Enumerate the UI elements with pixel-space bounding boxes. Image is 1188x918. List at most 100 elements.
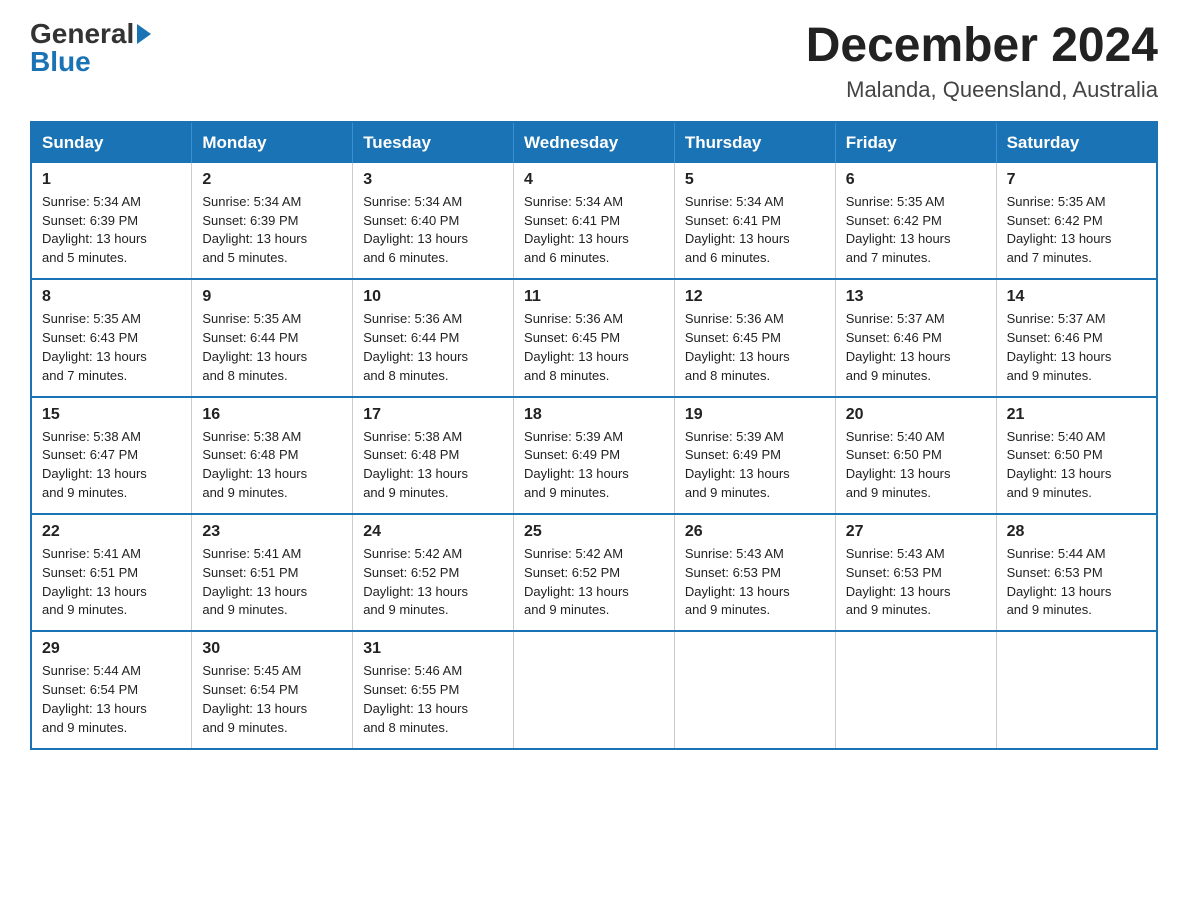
day-info: Sunrise: 5:39 AM Sunset: 6:49 PM Dayligh… [685,428,825,503]
calendar-cell: 15Sunrise: 5:38 AM Sunset: 6:47 PM Dayli… [31,397,192,514]
day-number: 19 [685,406,825,424]
day-number: 11 [524,288,664,306]
calendar-cell [996,631,1157,748]
day-number: 21 [1007,406,1146,424]
day-number: 20 [846,406,986,424]
day-number: 1 [42,171,181,189]
week-row-2: 8 Sunrise: 5:35 AM Sunset: 6:43 PM Daylig… [31,279,1157,396]
calendar-cell: 18 Sunrise: 5:39 AM Sunset: 6:49 PM Dayli… [514,397,675,514]
day-info: Sunrise: 5:44 AM Sunset: 6:54 PM Dayligh… [42,662,181,737]
calendar-cell: 21Sunrise: 5:40 AM Sunset: 6:50 PM Dayli… [996,397,1157,514]
calendar-title: December 2024 [806,20,1158,73]
day-info: Sunrise: 5:46 AM Sunset: 6:55 PM Dayligh… [363,662,503,737]
day-info: Sunrise: 5:34 AM Sunset: 6:39 PM Dayligh… [42,193,181,268]
day-number: 2 [202,171,342,189]
weekday-header-friday: Friday [835,122,996,163]
calendar-cell: 28 Sunrise: 5:44 AM Sunset: 6:53 PM Dayli… [996,514,1157,631]
day-number: 14 [1007,288,1146,306]
day-info: Sunrise: 5:44 AM Sunset: 6:53 PM Dayligh… [1007,545,1146,620]
day-number: 17 [363,406,503,424]
day-number: 7 [1007,171,1146,189]
calendar-cell: 14 Sunrise: 5:37 AM Sunset: 6:46 PM Dayli… [996,279,1157,396]
day-number: 9 [202,288,342,306]
calendar-table: SundayMondayTuesdayWednesdayThursdayFrid… [30,121,1158,750]
calendar-cell: 9 Sunrise: 5:35 AM Sunset: 6:44 PM Daylig… [192,279,353,396]
week-row-1: 1 Sunrise: 5:34 AM Sunset: 6:39 PM Daylig… [31,163,1157,279]
calendar-cell: 19 Sunrise: 5:39 AM Sunset: 6:49 PM Dayli… [674,397,835,514]
calendar-cell: 12 Sunrise: 5:36 AM Sunset: 6:45 PM Dayli… [674,279,835,396]
day-number: 3 [363,171,503,189]
calendar-cell: 23Sunrise: 5:41 AM Sunset: 6:51 PM Dayli… [192,514,353,631]
weekday-header-tuesday: Tuesday [353,122,514,163]
day-info: Sunrise: 5:34 AM Sunset: 6:39 PM Dayligh… [202,193,342,268]
day-info: Sunrise: 5:35 AM Sunset: 6:42 PM Dayligh… [846,193,986,268]
calendar-cell: 1 Sunrise: 5:34 AM Sunset: 6:39 PM Daylig… [31,163,192,279]
day-number: 10 [363,288,503,306]
calendar-cell: 2 Sunrise: 5:34 AM Sunset: 6:39 PM Daylig… [192,163,353,279]
calendar-cell: 27 Sunrise: 5:43 AM Sunset: 6:53 PM Dayli… [835,514,996,631]
day-number: 13 [846,288,986,306]
day-info: Sunrise: 5:37 AM Sunset: 6:46 PM Dayligh… [846,310,986,385]
title-area: December 2024 Malanda, Queensland, Austr… [806,20,1158,103]
calendar-cell [674,631,835,748]
day-number: 8 [42,288,181,306]
day-info: Sunrise: 5:34 AM Sunset: 6:41 PM Dayligh… [524,193,664,268]
day-number: 15 [42,406,181,424]
day-number: 5 [685,171,825,189]
day-number: 26 [685,523,825,541]
day-info: Sunrise: 5:38 AM Sunset: 6:48 PM Dayligh… [363,428,503,503]
weekday-header-monday: Monday [192,122,353,163]
calendar-subtitle: Malanda, Queensland, Australia [806,77,1158,103]
day-number: 4 [524,171,664,189]
day-info: Sunrise: 5:35 AM Sunset: 6:43 PM Dayligh… [42,310,181,385]
day-number: 27 [846,523,986,541]
logo-general-text: General [30,20,134,48]
day-number: 22 [42,523,181,541]
calendar-cell: 11Sunrise: 5:36 AM Sunset: 6:45 PM Dayli… [514,279,675,396]
day-info: Sunrise: 5:39 AM Sunset: 6:49 PM Dayligh… [524,428,664,503]
day-info: Sunrise: 5:37 AM Sunset: 6:46 PM Dayligh… [1007,310,1146,385]
weekday-header-sunday: Sunday [31,122,192,163]
logo: General Blue [30,20,151,76]
day-number: 12 [685,288,825,306]
day-info: Sunrise: 5:40 AM Sunset: 6:50 PM Dayligh… [846,428,986,503]
day-info: Sunrise: 5:43 AM Sunset: 6:53 PM Dayligh… [685,545,825,620]
day-info: Sunrise: 5:34 AM Sunset: 6:41 PM Dayligh… [685,193,825,268]
day-number: 25 [524,523,664,541]
week-row-3: 15Sunrise: 5:38 AM Sunset: 6:47 PM Dayli… [31,397,1157,514]
day-info: Sunrise: 5:36 AM Sunset: 6:45 PM Dayligh… [685,310,825,385]
calendar-cell: 6 Sunrise: 5:35 AM Sunset: 6:42 PM Daylig… [835,163,996,279]
day-info: Sunrise: 5:35 AM Sunset: 6:44 PM Dayligh… [202,310,342,385]
day-number: 28 [1007,523,1146,541]
calendar-cell [835,631,996,748]
day-number: 6 [846,171,986,189]
calendar-cell: 10 Sunrise: 5:36 AM Sunset: 6:44 PM Dayli… [353,279,514,396]
day-info: Sunrise: 5:36 AM Sunset: 6:44 PM Dayligh… [363,310,503,385]
calendar-cell: 24Sunrise: 5:42 AM Sunset: 6:52 PM Dayli… [353,514,514,631]
day-info: Sunrise: 5:42 AM Sunset: 6:52 PM Dayligh… [363,545,503,620]
page-header: General Blue December 2024 Malanda, Quee… [30,20,1158,103]
calendar-cell: 7 Sunrise: 5:35 AM Sunset: 6:42 PM Daylig… [996,163,1157,279]
day-info: Sunrise: 5:41 AM Sunset: 6:51 PM Dayligh… [202,545,342,620]
day-info: Sunrise: 5:43 AM Sunset: 6:53 PM Dayligh… [846,545,986,620]
weekday-header-wednesday: Wednesday [514,122,675,163]
calendar-cell: 8 Sunrise: 5:35 AM Sunset: 6:43 PM Daylig… [31,279,192,396]
day-number: 18 [524,406,664,424]
calendar-cell: 31Sunrise: 5:46 AM Sunset: 6:55 PM Dayli… [353,631,514,748]
calendar-cell: 3Sunrise: 5:34 AM Sunset: 6:40 PM Daylig… [353,163,514,279]
weekday-header-thursday: Thursday [674,122,835,163]
day-info: Sunrise: 5:38 AM Sunset: 6:48 PM Dayligh… [202,428,342,503]
calendar-cell [514,631,675,748]
weekday-header-saturday: Saturday [996,122,1157,163]
day-number: 16 [202,406,342,424]
week-row-4: 22 Sunrise: 5:41 AM Sunset: 6:51 PM Dayli… [31,514,1157,631]
calendar-cell: 4 Sunrise: 5:34 AM Sunset: 6:41 PM Daylig… [514,163,675,279]
calendar-cell: 17 Sunrise: 5:38 AM Sunset: 6:48 PM Dayli… [353,397,514,514]
calendar-cell: 5 Sunrise: 5:34 AM Sunset: 6:41 PM Daylig… [674,163,835,279]
day-info: Sunrise: 5:35 AM Sunset: 6:42 PM Dayligh… [1007,193,1146,268]
calendar-cell: 22Sunrise: 5:41 AM Sunset: 6:51 PM Dayli… [31,514,192,631]
calendar-cell: 20 Sunrise: 5:40 AM Sunset: 6:50 PM Dayli… [835,397,996,514]
calendar-cell: 13 Sunrise: 5:37 AM Sunset: 6:46 PM Dayli… [835,279,996,396]
calendar-cell: 30Sunrise: 5:45 AM Sunset: 6:54 PM Dayli… [192,631,353,748]
day-number: 29 [42,640,181,658]
